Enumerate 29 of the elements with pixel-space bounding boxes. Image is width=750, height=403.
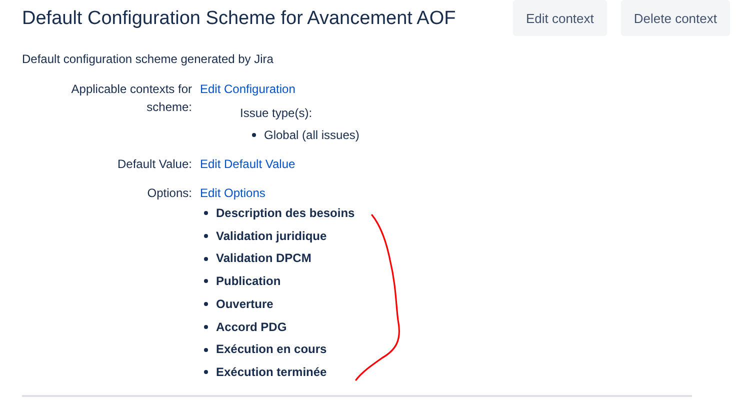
option-item: Exécution terminée xyxy=(216,364,327,381)
context-button[interactable]: Delete context xyxy=(620,0,730,36)
page-title: Default Configuration Scheme for Avancement AOF xyxy=(22,8,457,30)
scheme-description: Default configuration scheme generated by Jira xyxy=(22,52,274,66)
bullet-icon xyxy=(204,211,208,216)
option-item: Ouverture xyxy=(216,296,274,313)
bullet-icon xyxy=(204,279,208,284)
bullet-icon xyxy=(204,324,208,329)
option-item: Validation DPCM xyxy=(216,250,312,268)
edit-link[interactable]: Edit Options xyxy=(200,186,266,200)
option-item: Accord PDG xyxy=(216,318,287,336)
bullet-icon xyxy=(204,302,208,306)
edit-link[interactable]: Edit Default Value xyxy=(200,157,296,171)
bullet-icon xyxy=(204,348,208,352)
field-label: Applicable contexts for scheme: xyxy=(70,81,192,116)
option-item: Exécution en cours xyxy=(216,341,327,358)
context-button[interactable]: Edit context xyxy=(512,0,607,36)
option-item: Description des besoins xyxy=(216,205,355,222)
issue-type-item: Global (all issues) xyxy=(264,127,360,144)
edit-link[interactable]: Edit Configuration xyxy=(200,82,296,96)
bullet-icon xyxy=(252,133,256,137)
issue-types-label: Issue type(s): xyxy=(240,105,314,122)
option-item: Validation juridique xyxy=(216,228,327,245)
field-label: Default Value: xyxy=(118,156,192,173)
bullet-icon xyxy=(204,256,208,261)
option-item: Publication xyxy=(216,273,281,290)
bullet-icon xyxy=(204,370,208,374)
field-label: Options: xyxy=(147,185,192,202)
bullet-icon xyxy=(204,234,208,238)
